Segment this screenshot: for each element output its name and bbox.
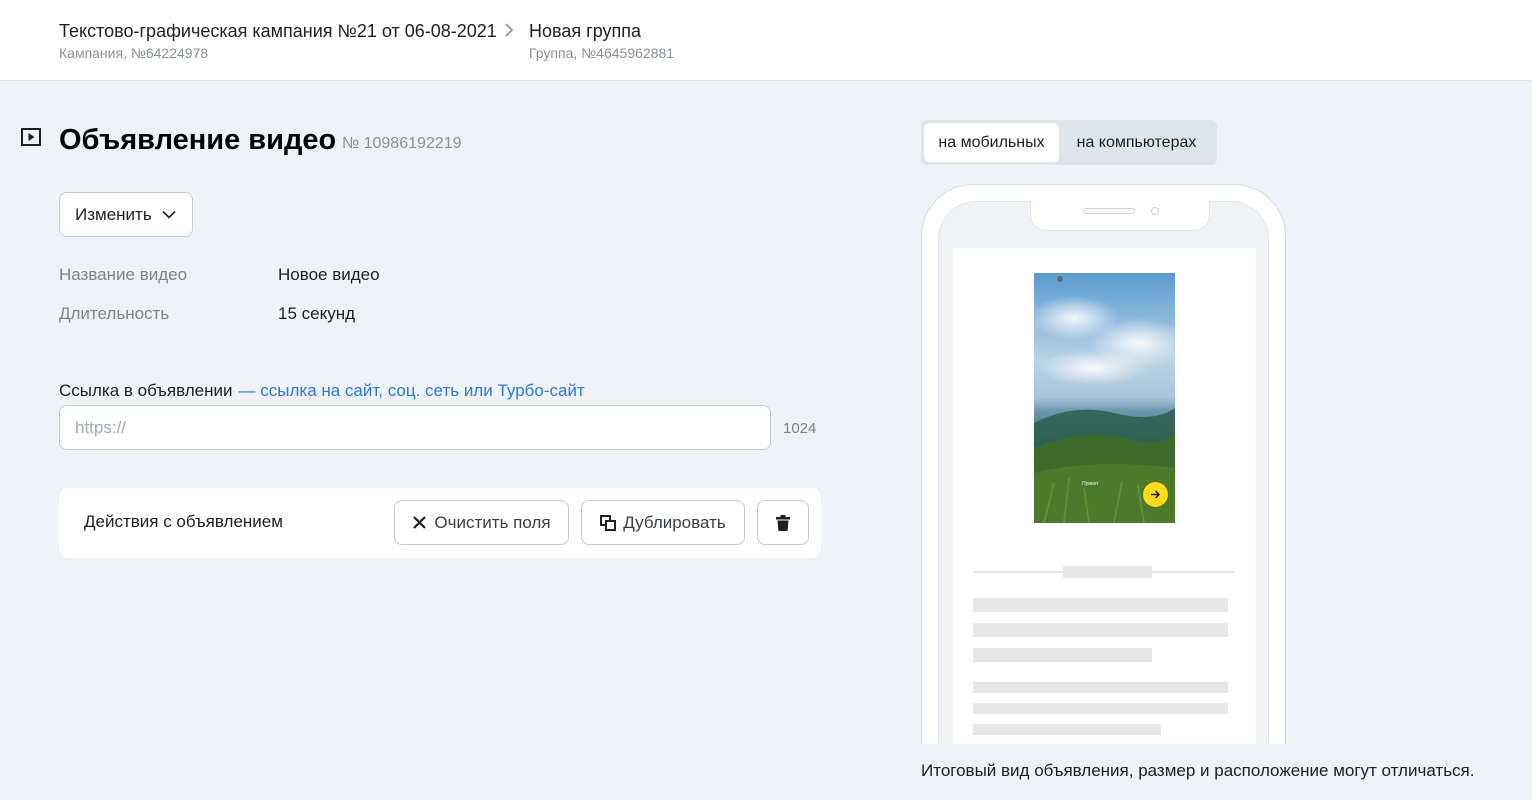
video-progress-dot	[1057, 276, 1063, 282]
video-name-value: Новое видео	[278, 265, 380, 284]
skeleton-divider-right	[1152, 571, 1235, 573]
phone-speaker	[1083, 208, 1135, 214]
chevron-right-icon	[505, 23, 514, 37]
skeleton-line	[973, 724, 1161, 735]
duplicate-label: Дублировать	[623, 512, 726, 532]
breadcrumb-campaign[interactable]: Текстово-графическая кампания №21 от 06-…	[59, 20, 497, 62]
phone-screen: Привет	[953, 248, 1256, 744]
char-limit-counter: 1024	[783, 420, 817, 437]
change-button[interactable]: Изменить	[59, 192, 193, 237]
video-name-label: Название видео	[59, 265, 188, 284]
clear-fields-label: Очистить поля	[434, 512, 551, 532]
tab-desktop[interactable]: на компьютерах	[1059, 123, 1214, 162]
duration-value: 15 секунд	[278, 304, 356, 323]
ad-link-input[interactable]	[59, 405, 771, 450]
header-bar: Текстово-графическая кампания №21 от 06-…	[0, 0, 1532, 81]
clear-fields-button[interactable]: Очистить поля	[394, 500, 569, 545]
video-caption: Привет	[1082, 481, 1099, 487]
skeleton-divider-left	[973, 571, 1063, 573]
skeleton-heading	[1063, 566, 1152, 578]
trash-icon	[776, 514, 790, 531]
skeleton-line	[973, 682, 1228, 693]
breadcrumb-group-title[interactable]: Новая группа	[529, 20, 674, 42]
ad-link-hint[interactable]: — ссылка на сайт, соц. сеть или Турбо-са…	[239, 381, 585, 400]
ad-number: № 10986192219	[342, 135, 462, 152]
close-icon	[413, 516, 427, 529]
preview-device-tabs: на мобильных на компьютерах	[921, 120, 1217, 165]
ad-link-label-text: Ссылка в объявлении	[59, 381, 233, 400]
duplicate-button[interactable]: Дублировать	[581, 500, 745, 545]
breadcrumb-group[interactable]: Новая группа Группа, №4645962881	[529, 20, 674, 62]
video-ad-icon	[21, 128, 41, 146]
video-preview[interactable]: Привет	[1034, 273, 1175, 523]
duration-label: Длительность	[59, 304, 170, 323]
phone-camera	[1151, 207, 1159, 215]
change-button-label: Изменить	[75, 204, 152, 224]
phone-preview-frame: Привет	[921, 184, 1286, 744]
arrow-right-icon[interactable]	[1143, 482, 1168, 507]
skeleton-line	[973, 648, 1152, 662]
tab-mobile[interactable]: на мобильных	[924, 123, 1059, 162]
skeleton-line	[973, 598, 1228, 612]
breadcrumb-campaign-subtitle: Кампания, №64224978	[59, 45, 209, 61]
breadcrumb-group-subtitle: Группа, №4645962881	[529, 45, 675, 61]
breadcrumb-campaign-title[interactable]: Текстово-графическая кампания №21 от 06-…	[59, 20, 497, 42]
delete-button[interactable]	[757, 500, 809, 545]
skeleton-line	[973, 703, 1228, 714]
ad-actions-title: Действия с объявлением	[84, 512, 283, 531]
skeleton-line	[973, 623, 1228, 637]
ad-link-label: Ссылка в объявлении — ссылка на сайт, соц…	[59, 381, 585, 401]
chevron-down-icon	[162, 210, 176, 219]
duplicate-icon	[600, 514, 617, 531]
preview-disclaimer: Итоговый вид объявления, размер и распол…	[921, 761, 1475, 780]
page-title: Объявление видео	[59, 124, 337, 156]
phone-notch	[1030, 201, 1210, 231]
ad-actions-panel: Действия с объявлением Очистить поля Дуб…	[59, 488, 821, 558]
